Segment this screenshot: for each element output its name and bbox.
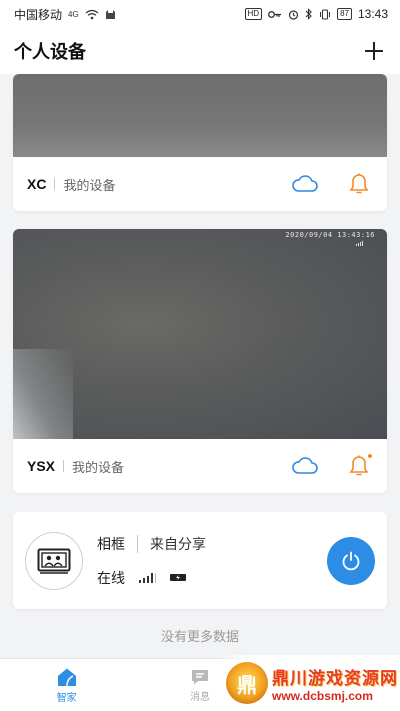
home-icon bbox=[57, 668, 76, 686]
app-notification-icon bbox=[105, 9, 116, 20]
power-icon bbox=[342, 551, 360, 570]
watermark-title: 鼎川游戏资源网 bbox=[272, 668, 398, 688]
device-name: 相框 bbox=[97, 535, 125, 552]
device-name: XC bbox=[27, 176, 47, 192]
key-icon bbox=[268, 10, 282, 19]
bluetooth-icon bbox=[305, 8, 313, 20]
tab-label: 智家 bbox=[56, 692, 77, 704]
photo-frame-icon bbox=[25, 531, 83, 590]
charging-icon bbox=[170, 574, 186, 581]
bell-icon[interactable] bbox=[345, 170, 373, 198]
watermark-logo-icon: 鼎 bbox=[226, 662, 268, 704]
divider bbox=[63, 460, 65, 472]
divider bbox=[137, 534, 138, 553]
status-bar: 中国移动 4G HD 87 13:43 bbox=[0, 0, 400, 28]
camera-preview[interactable]: 2020/09/04 13:43:16 bbox=[13, 229, 387, 439]
watermark-url: www.dcbsmj.com bbox=[272, 688, 373, 703]
header: 个人设备 bbox=[0, 28, 400, 74]
power-button[interactable] bbox=[327, 536, 375, 585]
device-owner: 我的设备 bbox=[72, 459, 125, 475]
device-card-ysx[interactable]: 2020/09/04 13:43:16 YSX 我的设备 bbox=[13, 229, 387, 493]
camera-timestamp: 2020/09/04 13:43:16 bbox=[285, 231, 375, 239]
device-card-photo-frame[interactable]: 相框 来自分享 在线 bbox=[13, 512, 387, 609]
bell-icon[interactable] bbox=[345, 452, 373, 480]
hd-badge: HD bbox=[244, 8, 263, 20]
watermark: 鼎 鼎川游戏资源网 www.dcbsmj.com bbox=[220, 655, 400, 711]
vibrate-icon bbox=[319, 8, 331, 20]
share-status: 来自分享 bbox=[150, 535, 206, 552]
device-name: YSX bbox=[27, 458, 56, 474]
no-more-data-text: 没有更多数据 bbox=[160, 629, 239, 644]
page-title: 个人设备 bbox=[14, 42, 86, 62]
battery-indicator: 87 bbox=[337, 8, 352, 20]
alarm-icon bbox=[288, 9, 299, 20]
device-card-footer: XC 我的设备 bbox=[13, 157, 387, 211]
carrier-label: 中国移动 bbox=[14, 7, 63, 22]
divider bbox=[54, 178, 56, 190]
tab-label: 消息 bbox=[189, 691, 210, 703]
device-card-footer: YSX 我的设备 bbox=[13, 439, 387, 493]
camera-preview[interactable] bbox=[13, 74, 387, 157]
network-type: 4G bbox=[68, 9, 79, 19]
device-owner: 我的设备 bbox=[63, 177, 116, 193]
wifi-icon bbox=[85, 9, 99, 20]
message-icon bbox=[191, 669, 208, 684]
notification-dot bbox=[368, 454, 372, 458]
camera-signal-icon bbox=[356, 241, 363, 246]
cloud-icon[interactable] bbox=[291, 170, 319, 198]
tab-home[interactable]: 智家 bbox=[0, 659, 133, 711]
device-card-xc[interactable]: XC 我的设备 bbox=[13, 74, 387, 211]
signal-icon bbox=[139, 572, 156, 583]
cloud-icon[interactable] bbox=[291, 452, 319, 480]
clock: 13:43 bbox=[357, 7, 388, 21]
plus-icon[interactable] bbox=[362, 39, 386, 63]
online-status: 在线 bbox=[97, 569, 125, 586]
